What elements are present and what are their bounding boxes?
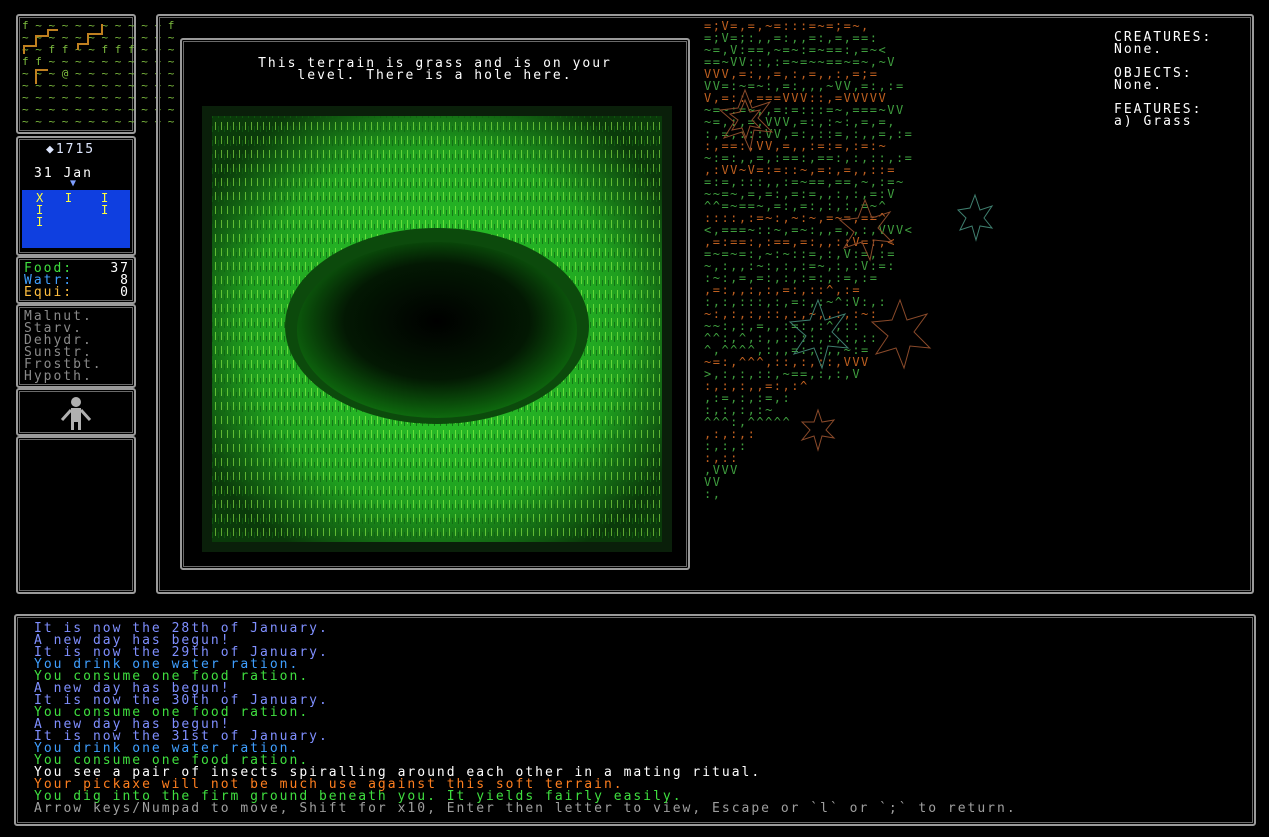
tree-icon	[956, 193, 994, 242]
minimap-roads	[23, 24, 103, 84]
tree-icon	[838, 198, 894, 262]
inspect-dialog[interactable]: This terrain is grass and is on your lev…	[180, 38, 690, 570]
creatures-value: None.	[1114, 42, 1164, 57]
minimap-road-3	[35, 69, 48, 84]
terrain-illustration	[202, 106, 672, 552]
tree-icon	[800, 408, 836, 452]
hole	[297, 242, 577, 418]
equip-label: Equi:	[24, 285, 74, 300]
message-log[interactable]: It is now the 28th of January. A new day …	[14, 614, 1256, 826]
weather-sky: X I II II	[22, 190, 130, 248]
tree-clusters	[718, 88, 994, 452]
minimap-road-1	[23, 29, 58, 54]
current-date: 31 Jan	[34, 166, 93, 181]
conditions-panel: Malnut. Starv. Dehydr. Sunstr. Frostbt. …	[16, 304, 136, 388]
tree-icon	[788, 298, 850, 370]
map-row: :,	[704, 487, 722, 501]
weather-symbols: X I II II	[36, 192, 108, 228]
day-marker-icon: ▼	[70, 178, 77, 189]
minimap-panel[interactable]: f ~ ~ ~ ~ ~ ~ ~ ~ ~ ~ f ~ ~ ~ ~ ~ ~ ~ ~ ~…	[16, 14, 174, 134]
weather-row: I I	[36, 203, 109, 217]
log-line: Arrow keys/Numpad to move, Shift for x10…	[34, 801, 1017, 816]
weather-row: I	[36, 215, 44, 229]
tree-icon	[870, 298, 932, 370]
date-panel: ◆1715 31 Jan ▼ X I II II	[16, 136, 136, 256]
condition-hypoth: Hypoth.	[24, 369, 93, 384]
avatar-panel[interactable]	[16, 388, 136, 436]
equip-value: 0	[120, 285, 130, 300]
log-lines: It is now the 28th of January. A new day …	[34, 622, 1017, 816]
character-icon	[60, 397, 92, 430]
empty-panel	[16, 436, 136, 594]
coin-count: ◆1715	[46, 142, 96, 157]
inspect-line-2: level. There is a hole here.	[297, 68, 573, 83]
minimap-road-2	[77, 24, 103, 50]
features-value: a) Grass	[1114, 114, 1193, 129]
objects-value: None.	[1114, 78, 1164, 93]
supplies-panel: Food: 37 Watr: 8 Equi: 0	[16, 256, 136, 304]
tree-icon	[718, 88, 774, 152]
map-row: VV	[704, 475, 722, 489]
